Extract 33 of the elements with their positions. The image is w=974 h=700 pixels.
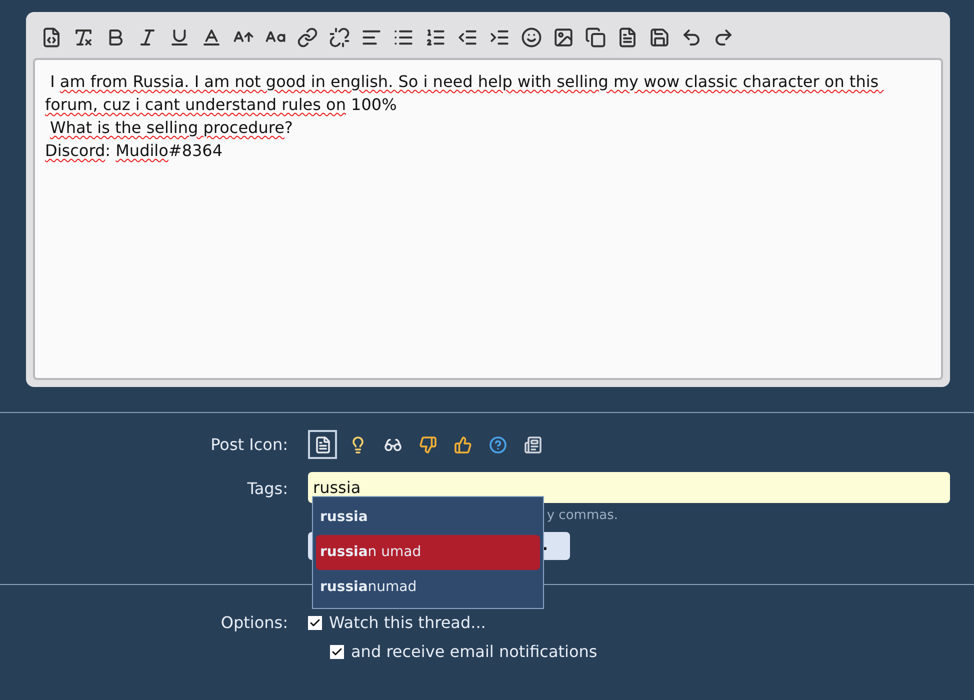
- suggestion-item[interactable]: russianumad: [316, 570, 540, 605]
- tags-hint: y commas.: [546, 507, 618, 525]
- checkbox[interactable]: [330, 644, 344, 658]
- link-icon[interactable]: [297, 26, 318, 48]
- source-icon[interactable]: [41, 26, 62, 48]
- undo-icon[interactable]: [681, 26, 702, 48]
- image-icon[interactable]: [553, 26, 574, 48]
- unlink-icon[interactable]: [329, 26, 350, 48]
- option-label: and receive email notifications: [351, 640, 598, 662]
- remove-format-icon[interactable]: [73, 26, 94, 48]
- message-editor[interactable]: I am from Russia. I am not good in english. So i need help with selling my wow classic character on this forum, cuz i cant understand rules on 100% What is the selling procedure? Discord: Mudilo#8364: [33, 58, 943, 380]
- checkbox[interactable]: [308, 616, 322, 630]
- template-icon[interactable]: [617, 26, 638, 48]
- tags-label: Tags:: [246, 478, 289, 500]
- message-text: I am from Russia. I am not good in english. So i need help with selling my wow classic character on this forum, cuz i cant understand rules on 100%: [45, 71, 880, 116]
- message-text: What is the selling procedure?: [49, 117, 294, 139]
- suggestion-item[interactable]: russian umad: [316, 535, 540, 570]
- post-icon-label: Post Icon:: [210, 434, 289, 456]
- redo-icon[interactable]: [713, 26, 734, 48]
- check-icon: [331, 646, 343, 658]
- check-icon: [309, 616, 321, 628]
- option-label: Watch this thread...: [329, 612, 486, 634]
- smiley-icon[interactable]: [521, 26, 542, 48]
- numbered-list-icon[interactable]: [425, 26, 446, 48]
- underline-icon[interactable]: [169, 26, 190, 48]
- suggestion-item[interactable]: russia: [316, 500, 540, 535]
- media-icon[interactable]: [585, 26, 606, 48]
- message-text: Discord: Mudilo#8364: [45, 140, 224, 162]
- save-icon[interactable]: [649, 26, 670, 48]
- document-icon[interactable]: [308, 430, 337, 459]
- options-label: Options:: [220, 612, 289, 634]
- tags-field[interactable]: russia: [308, 472, 950, 503]
- font-color-icon[interactable]: [201, 26, 222, 48]
